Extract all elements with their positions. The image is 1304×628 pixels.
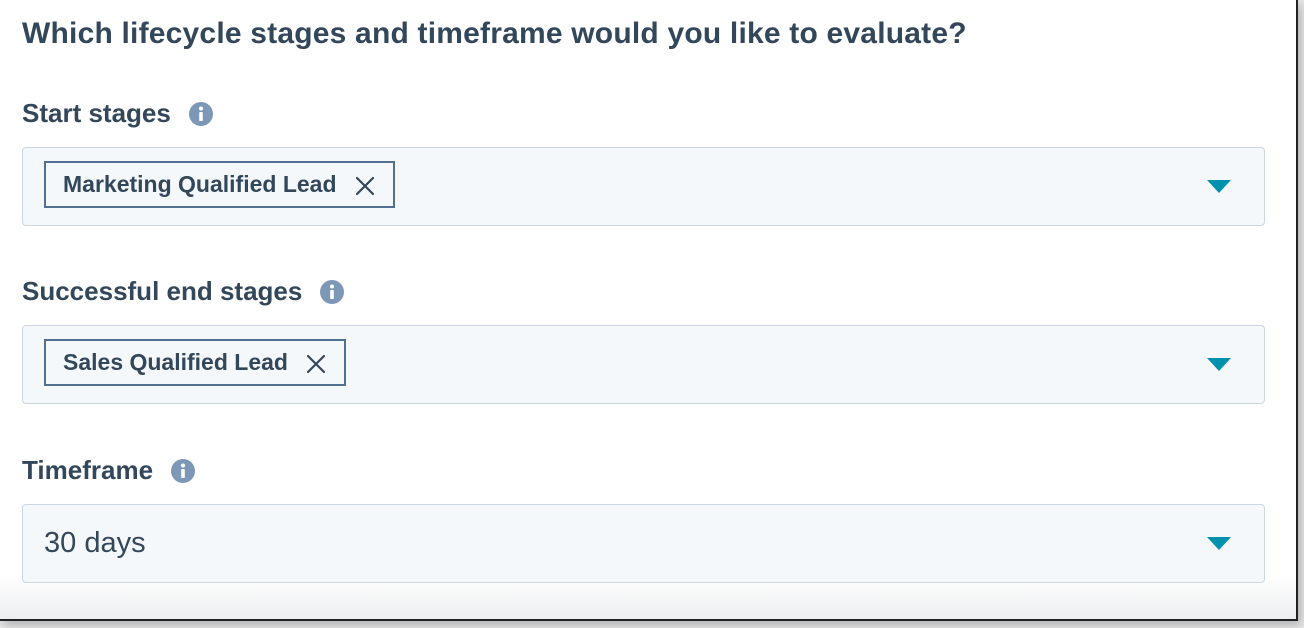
caret-down-icon[interactable] xyxy=(1207,180,1231,194)
caret-down-icon[interactable] xyxy=(1207,537,1231,551)
timeframe-label: Timeframe xyxy=(22,455,154,485)
close-icon[interactable] xyxy=(306,353,326,373)
end-stages-label-row: Successful end stages xyxy=(22,276,345,307)
lifecycle-evaluation-panel: Which lifecycle stages and timeframe wou… xyxy=(0,0,1298,621)
start-stages-label: Start stages xyxy=(22,98,171,128)
timeframe-value: 30 days xyxy=(44,526,146,559)
end-stages-label: Successful end stages xyxy=(22,276,303,306)
start-stages-select[interactable]: Marketing Qualified Lead xyxy=(22,147,1265,226)
caret-down-icon[interactable] xyxy=(1207,358,1231,372)
timeframe-select[interactable]: 30 days xyxy=(22,504,1265,583)
end-stages-select[interactable]: Sales Qualified Lead xyxy=(22,325,1265,404)
info-icon[interactable] xyxy=(320,279,345,304)
info-icon[interactable] xyxy=(188,101,213,126)
timeframe-label-row: Timeframe xyxy=(22,455,196,486)
info-icon[interactable] xyxy=(171,458,196,483)
end-stage-tag: Sales Qualified Lead xyxy=(44,339,346,386)
close-icon[interactable] xyxy=(355,175,375,195)
page-title: Which lifecycle stages and timeframe wou… xyxy=(22,17,967,50)
tag-label: Marketing Qualified Lead xyxy=(63,171,337,197)
start-stages-label-row: Start stages xyxy=(22,98,213,129)
tag-label: Sales Qualified Lead xyxy=(63,349,288,375)
start-stage-tag: Marketing Qualified Lead xyxy=(44,161,395,208)
